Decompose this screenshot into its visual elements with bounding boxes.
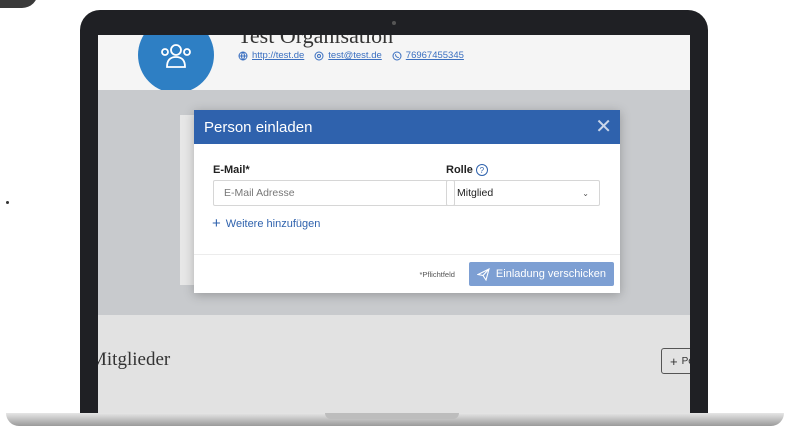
send-invitation-label: Einladung verschicken: [495, 268, 606, 280]
email-text: test@test.de: [328, 50, 382, 61]
close-icon[interactable]: ✕: [595, 117, 612, 137]
modal-body: E-Mail* Rolle ? Mitglied ⌄ + Weitere hin…: [194, 144, 620, 254]
at-icon: [314, 51, 324, 60]
group-icon: [161, 44, 191, 68]
phone-text: 76967455345: [405, 50, 464, 61]
modal-title: Person einladen: [204, 118, 313, 136]
device-corner: [0, 0, 38, 8]
phone-icon: [392, 51, 402, 60]
decorative-dot: [6, 201, 9, 204]
organisation-name: Test Organisation: [238, 35, 394, 48]
email-input[interactable]: [213, 180, 455, 206]
add-person-button[interactable]: + Person: [661, 348, 690, 374]
members-section: [98, 315, 690, 416]
camera-icon: [392, 21, 396, 25]
organisation-avatar: [138, 35, 214, 93]
modal-header: Person einladen ✕: [194, 110, 620, 144]
website-text: http://test.de: [252, 50, 305, 61]
required-note: *Pflichtfeld: [419, 269, 455, 279]
contact-links: http://test.de test@test.de 76967455345: [238, 50, 464, 61]
globe-icon: [238, 51, 248, 60]
paper-plane-icon: [476, 267, 490, 281]
plus-icon: +: [212, 215, 221, 232]
modal-footer: *Pflichtfeld Einladung verschicken: [194, 254, 620, 293]
help-circle-icon[interactable]: ?: [475, 164, 488, 176]
send-invitation-button[interactable]: Einladung verschicken: [468, 262, 614, 286]
email-link[interactable]: test@test.de: [314, 50, 382, 61]
phone-link[interactable]: 76967455345: [392, 50, 464, 61]
role-label-wrap: Rolle ?: [446, 164, 488, 176]
profile-header: Test Organisation http://test.de test@te…: [98, 35, 690, 93]
add-more-button[interactable]: + Weitere hinzufügen: [212, 216, 320, 231]
role-value: Mitglied: [457, 187, 494, 199]
email-label: E-Mail*: [213, 164, 250, 176]
invite-person-modal: Person einladen ✕ E-Mail* Rolle ? Mitgli…: [194, 110, 620, 293]
laptop-screen: Test Organisation http://test.de test@te…: [98, 35, 690, 416]
laptop-bezel: Test Organisation http://test.de test@te…: [80, 10, 708, 416]
chevron-down-icon: ⌄: [582, 188, 589, 198]
add-person-label: Person: [681, 355, 690, 367]
plus-icon: +: [670, 353, 678, 369]
role-select[interactable]: Mitglied ⌄: [446, 180, 600, 206]
laptop-notch: [325, 413, 459, 419]
members-title: Mitglieder: [98, 349, 171, 370]
role-label: Rolle: [446, 164, 473, 176]
website-link[interactable]: http://test.de: [238, 50, 304, 61]
add-more-label: Weitere hinzufügen: [225, 217, 321, 230]
